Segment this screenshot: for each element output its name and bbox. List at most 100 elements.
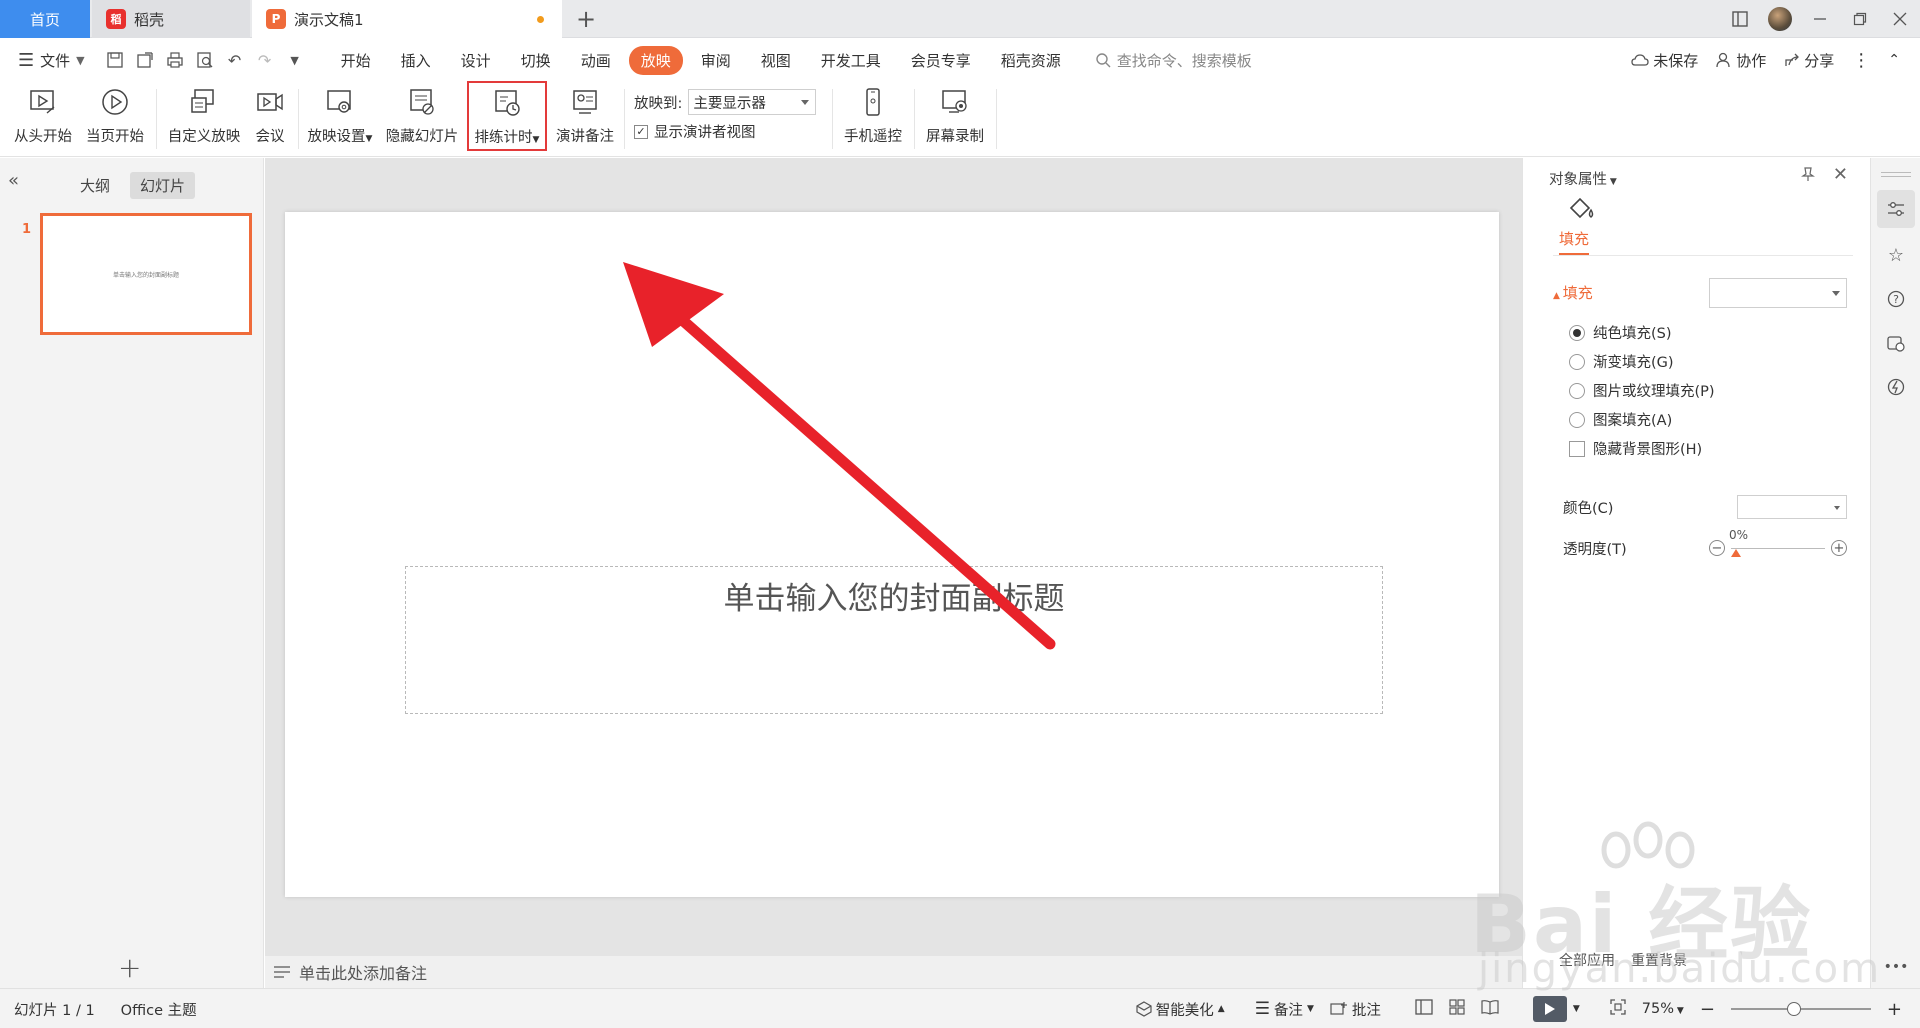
- decrease-icon[interactable]: −: [1709, 540, 1725, 556]
- tab-transition[interactable]: 切换: [509, 46, 563, 75]
- option-hide-background[interactable]: 隐藏背景图形(H): [1569, 438, 1702, 459]
- option-gradient-fill[interactable]: 渐变填充(G): [1569, 351, 1674, 372]
- properties-toggle-icon[interactable]: [1877, 190, 1915, 228]
- zoom-slider[interactable]: [1730, 1002, 1871, 1016]
- tab-daoke-resources[interactable]: 稻壳资源: [989, 46, 1073, 75]
- properties-header[interactable]: 对象属性 ▼: [1549, 168, 1617, 189]
- template-icon[interactable]: [1877, 324, 1915, 362]
- slide-thumbnail[interactable]: 单击输入您的封面副标题: [40, 213, 252, 335]
- more-icon[interactable]: •••: [1877, 948, 1915, 986]
- fill-type-dropdown[interactable]: [1709, 278, 1847, 308]
- option-picture-fill[interactable]: 图片或纹理填充(P): [1569, 380, 1715, 401]
- paint-bucket-icon[interactable]: [1567, 196, 1597, 222]
- screen-record-button[interactable]: 屏幕录制: [920, 85, 990, 153]
- tab-document[interactable]: P 演示文稿1: [252, 0, 562, 38]
- reading-view-icon[interactable]: [1481, 999, 1499, 1019]
- close-window-icon[interactable]: [1880, 0, 1920, 38]
- presenter-view-option[interactable]: ✓ 显示演讲者视图: [634, 121, 756, 142]
- zoom-out-icon[interactable]: −: [1700, 999, 1715, 1020]
- hamburger-menu-icon[interactable]: ☰: [18, 50, 34, 71]
- play-from-start-button[interactable]: 从头开始: [10, 85, 76, 153]
- chevron-down-icon[interactable]: ▼: [76, 54, 84, 67]
- tab-insert[interactable]: 插入: [389, 46, 443, 75]
- slideshow-play-button[interactable]: [1532, 996, 1567, 1022]
- play-from-current-button[interactable]: 当页开始: [82, 85, 148, 153]
- tab-animation[interactable]: 动画: [569, 46, 623, 75]
- tab-home[interactable]: 首页: [0, 0, 90, 38]
- beautify-button[interactable]: 智能美化 ▲: [1136, 999, 1225, 1020]
- customize-toolbar-icon[interactable]: ▼: [283, 48, 307, 72]
- hide-slide-button[interactable]: 隐藏幻灯片: [384, 85, 460, 153]
- lightning-icon[interactable]: [1877, 368, 1915, 406]
- zoom-level[interactable]: 75% ▼: [1642, 1001, 1684, 1017]
- speaker-notes-button[interactable]: 演讲备注: [552, 85, 618, 153]
- apply-all-button[interactable]: 全部应用: [1559, 950, 1615, 970]
- redo-icon[interactable]: ↷: [253, 48, 277, 72]
- tab-review[interactable]: 审阅: [689, 46, 743, 75]
- custom-show-button[interactable]: 自定义放映: [164, 85, 244, 153]
- presenter-view-checkbox[interactable]: ✓: [634, 124, 648, 139]
- slide-editor[interactable]: 单击输入您的封面副标题: [285, 212, 1499, 897]
- fill-tab[interactable]: 填充: [1559, 228, 1590, 255]
- share-button[interactable]: 分享: [1784, 50, 1834, 71]
- notes-bar[interactable]: 单击此处添加备注: [265, 956, 1522, 988]
- radio-pattern-fill[interactable]: [1569, 411, 1585, 428]
- unsaved-button[interactable]: 未保存: [1631, 50, 1698, 71]
- option-pattern-fill[interactable]: 图案填充(A): [1569, 409, 1672, 430]
- slider-track[interactable]: [1731, 548, 1825, 549]
- fill-section-title[interactable]: ▲ 填充: [1553, 282, 1593, 303]
- help-icon[interactable]: ?: [1877, 280, 1915, 318]
- subtitle-placeholder[interactable]: 单击输入您的封面副标题: [405, 566, 1383, 714]
- collapse-panel-icon[interactable]: «: [8, 170, 19, 191]
- slider-thumb[interactable]: [1731, 549, 1741, 557]
- theme-name[interactable]: Office 主题: [121, 999, 197, 1020]
- comments-button[interactable]: 批注: [1330, 999, 1381, 1020]
- more-options-icon[interactable]: ⋮: [1852, 50, 1870, 71]
- user-avatar[interactable]: [1768, 7, 1792, 31]
- add-slide-button[interactable]: +: [118, 951, 141, 984]
- transparency-slider[interactable]: − 0% +: [1709, 528, 1847, 560]
- show-to-select[interactable]: 主要显示器: [688, 89, 817, 115]
- collab-button[interactable]: 协作: [1716, 50, 1766, 71]
- tab-member[interactable]: 会员专享: [899, 46, 983, 75]
- tab-view[interactable]: 视图: [749, 46, 803, 75]
- color-picker[interactable]: [1737, 495, 1847, 519]
- restore-icon[interactable]: [1840, 0, 1880, 38]
- zoom-in-icon[interactable]: +: [1887, 999, 1902, 1020]
- pin-icon[interactable]: [1800, 166, 1816, 186]
- tab-slides[interactable]: 幻灯片: [130, 172, 196, 199]
- increase-icon[interactable]: +: [1831, 540, 1847, 556]
- radio-picture-fill[interactable]: [1569, 382, 1585, 399]
- tab-design[interactable]: 设计: [449, 46, 503, 75]
- zoom-slider-thumb[interactable]: [1786, 1002, 1801, 1016]
- tablet-mode-icon[interactable]: [1720, 0, 1760, 38]
- tab-outline[interactable]: 大纲: [70, 172, 120, 199]
- meeting-button[interactable]: 会议: [248, 85, 292, 153]
- close-panel-icon[interactable]: ✕: [1833, 164, 1848, 185]
- collapse-ribbon-icon[interactable]: ⌃: [1888, 52, 1900, 68]
- save-icon[interactable]: [103, 48, 127, 72]
- tab-daoke[interactable]: 稻 稻壳: [92, 0, 250, 38]
- reset-background-button[interactable]: 重置背景: [1631, 950, 1687, 970]
- notes-toggle-button[interactable]: ☰ 备注 ▼: [1255, 999, 1314, 1020]
- radio-gradient-fill[interactable]: [1569, 353, 1585, 370]
- play-options-icon[interactable]: ▼: [1573, 1004, 1580, 1014]
- export-icon[interactable]: [133, 48, 157, 72]
- tab-developer[interactable]: 开发工具: [809, 46, 893, 75]
- minimize-icon[interactable]: [1800, 0, 1840, 38]
- show-settings-button[interactable]: 放映设置▼: [304, 85, 376, 153]
- print-preview-icon[interactable]: [193, 48, 217, 72]
- rehearse-timing-button[interactable]: 排练计时▼: [467, 81, 547, 151]
- print-icon[interactable]: [163, 48, 187, 72]
- normal-view-icon[interactable]: [1415, 999, 1433, 1019]
- checkbox-hide-background[interactable]: [1569, 440, 1585, 457]
- phone-remote-button[interactable]: 手机遥控: [838, 85, 908, 153]
- undo-icon[interactable]: ↶: [223, 48, 247, 72]
- file-menu[interactable]: 文件: [40, 50, 70, 71]
- star-icon[interactable]: ☆: [1877, 236, 1915, 274]
- grid-view-icon[interactable]: [1449, 999, 1465, 1019]
- new-tab-button[interactable]: +: [572, 4, 600, 34]
- fit-window-icon[interactable]: [1610, 999, 1626, 1019]
- tab-slideshow[interactable]: 放映: [628, 45, 683, 75]
- tab-start[interactable]: 开始: [329, 46, 383, 75]
